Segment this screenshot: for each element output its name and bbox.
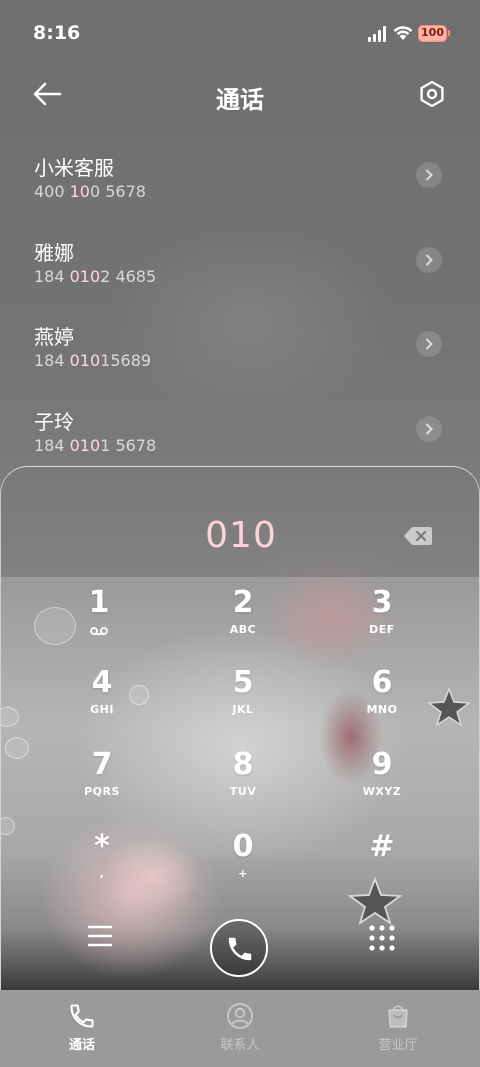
contact-icon xyxy=(227,1003,253,1029)
contact-name: 小米客服 xyxy=(34,156,114,180)
key-4[interactable]: 4 GHI xyxy=(42,665,162,741)
contact-number: 184 0102 4685 xyxy=(34,267,157,286)
key-digit: 8 xyxy=(232,747,254,782)
contact-name: 子玲 xyxy=(34,410,74,434)
contact-row[interactable]: 燕婷 184 01015689 xyxy=(0,321,480,403)
key-letters: MNO xyxy=(366,703,398,716)
contact-name: 燕婷 xyxy=(34,325,74,349)
dialpad-grid-icon xyxy=(369,925,395,951)
tab-calls[interactable]: 通话 xyxy=(2,990,162,1067)
backspace-icon xyxy=(404,527,432,545)
key-digit: 4 xyxy=(91,665,113,700)
wifi-icon xyxy=(393,26,413,40)
key-digit: # xyxy=(369,829,395,864)
key-letters: DEF xyxy=(369,623,395,636)
key-digit: 6 xyxy=(371,665,393,700)
contact-detail-button[interactable] xyxy=(416,416,442,442)
key-letters: ABC xyxy=(229,623,257,636)
key-letters: , xyxy=(99,867,105,880)
contact-number: 184 01015689 xyxy=(34,351,152,370)
shop-icon xyxy=(388,1005,408,1028)
water-drop xyxy=(5,737,29,759)
key-6[interactable]: 6 MNO xyxy=(322,665,442,741)
menu-button[interactable] xyxy=(85,923,115,949)
key-letters: JKL xyxy=(232,703,254,716)
status-time: 8:16 xyxy=(33,22,81,44)
contact-row[interactable]: 雅娜 184 0102 4685 xyxy=(0,237,480,319)
contact-name: 雅娜 xyxy=(34,241,74,265)
key-digit: 9 xyxy=(371,747,393,782)
key-letters: GHI xyxy=(90,703,114,716)
tab-label: 通话 xyxy=(68,1038,95,1053)
key-digit: 7 xyxy=(91,747,113,782)
contact-detail-button[interactable] xyxy=(416,162,442,188)
key-digit: * xyxy=(94,829,110,864)
star-decoration-icon xyxy=(426,687,472,727)
battery-level: 100 xyxy=(421,26,444,39)
bottom-nav: 通话 联系人 营业厅 xyxy=(0,990,480,1067)
tab-label: 联系人 xyxy=(220,1038,260,1053)
delete-button[interactable] xyxy=(403,525,433,547)
status-bar: 8:16 100 xyxy=(0,0,480,68)
signal-icon xyxy=(368,26,386,42)
dialpad-panel: 010 1 2 ABC 3 DEF 4 GHI 5 JKL 6 MNO 7 PQ… xyxy=(0,466,480,1067)
keypad-toggle-button[interactable] xyxy=(367,923,397,953)
star-decoration-icon xyxy=(347,877,403,925)
key-star[interactable]: * , xyxy=(42,829,162,905)
battery-icon: 100 xyxy=(418,25,450,42)
phone-icon xyxy=(70,1004,94,1028)
contact-row[interactable]: 小米客服 400 100 5678 xyxy=(0,152,480,234)
voicemail-icon xyxy=(90,627,108,635)
tab-store[interactable]: 营业厅 xyxy=(318,990,478,1067)
chevron-right-icon xyxy=(426,169,433,181)
key-0[interactable]: 0 + xyxy=(183,829,303,905)
key-3[interactable]: 3 DEF xyxy=(322,585,442,661)
key-digit: 0 xyxy=(232,829,254,864)
key-5[interactable]: 5 JKL xyxy=(183,665,303,741)
key-digit: 1 xyxy=(88,585,110,620)
chevron-right-icon xyxy=(426,423,433,435)
key-letters: PQRS xyxy=(84,785,120,798)
contact-number: 400 100 5678 xyxy=(34,182,146,201)
key-2[interactable]: 2 ABC xyxy=(183,585,303,661)
key-9[interactable]: 9 WXYZ xyxy=(322,747,442,823)
settings-hexagon-icon xyxy=(420,80,444,108)
phone-icon xyxy=(228,937,252,961)
call-button[interactable] xyxy=(210,919,268,977)
contact-detail-button[interactable] xyxy=(416,247,442,273)
page-title: 通话 xyxy=(216,86,264,114)
tab-contacts[interactable]: 联系人 xyxy=(160,990,320,1067)
key-7[interactable]: 7 PQRS xyxy=(42,747,162,823)
settings-button[interactable] xyxy=(412,74,452,114)
key-letters: WXYZ xyxy=(362,785,402,798)
key-8[interactable]: 8 TUV xyxy=(183,747,303,823)
key-letters: TUV xyxy=(229,785,257,798)
chevron-right-icon xyxy=(426,254,433,266)
tab-label: 营业厅 xyxy=(378,1038,418,1053)
contact-detail-button[interactable] xyxy=(416,331,442,357)
chevron-right-icon xyxy=(426,338,433,350)
contact-number: 184 0101 5678 xyxy=(34,436,157,455)
menu-icon xyxy=(87,925,113,947)
key-letters: + xyxy=(238,867,248,880)
key-digit: 3 xyxy=(371,585,393,620)
key-digit: 2 xyxy=(232,585,254,620)
key-digit: 5 xyxy=(232,665,254,700)
key-1[interactable]: 1 xyxy=(39,585,159,661)
